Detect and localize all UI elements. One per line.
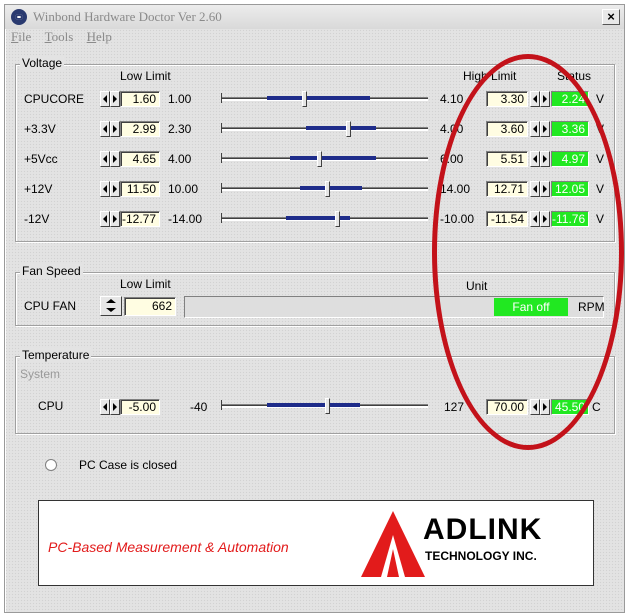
- banner-tagline: PC-Based Measurement & Automation: [48, 539, 289, 555]
- voltage-slider[interactable]: [221, 211, 428, 227]
- case-status-radio[interactable]: [45, 459, 57, 471]
- adlink-logo-icon: [361, 511, 425, 577]
- temp-unit-label: C: [592, 400, 601, 414]
- voltage-min-label: 10.00: [168, 182, 199, 196]
- fan-limit-stepper[interactable]: [100, 296, 122, 316]
- menu-tools-label: ools: [51, 29, 74, 44]
- voltage-low-limit-header: Low Limit: [120, 69, 171, 83]
- fan-name-label: CPU FAN: [24, 299, 77, 313]
- fan-group-label: Fan Speed: [20, 264, 83, 278]
- menu-file[interactable]: File: [11, 29, 31, 45]
- voltage-slider-cap: [221, 213, 222, 223]
- voltage-slider-range: [289, 156, 377, 160]
- menu-tools[interactable]: Tools: [45, 29, 74, 45]
- temp-slider-cap: [221, 400, 222, 410]
- voltage-name-label: +3.3V: [24, 122, 56, 136]
- voltage-low-decrement-button[interactable]: [100, 151, 110, 167]
- voltage-slider-cap: [221, 93, 222, 103]
- voltage-low-limit-field[interactable]: 2.99: [120, 121, 160, 137]
- voltage-name-label: +5Vcc: [24, 152, 58, 166]
- case-status-label: PC Case is closed: [79, 458, 178, 472]
- voltage-slider[interactable]: [221, 121, 428, 137]
- menu-tools-mnemonic: T: [44, 29, 52, 44]
- temp-slider-thumb[interactable]: [325, 398, 331, 414]
- voltage-slider-range: [267, 96, 371, 100]
- voltage-low-limit-field[interactable]: -12.77: [120, 211, 160, 227]
- temperature-section-label: System: [20, 367, 61, 381]
- voltage-low-decrement-button[interactable]: [100, 91, 110, 107]
- voltage-name-label: -12V: [24, 212, 50, 226]
- banner-brand-sub: TECHNOLOGY INC.: [425, 549, 537, 563]
- voltage-low-increment-button[interactable]: [110, 91, 120, 107]
- voltage-slider-thumb[interactable]: [316, 151, 322, 167]
- voltage-slider-thumb[interactable]: [345, 121, 351, 137]
- voltage-name-label: +12V: [24, 182, 53, 196]
- voltage-slider-cap: [221, 123, 222, 133]
- window-title: Winbond Hardware Doctor Ver 2.60: [33, 9, 222, 24]
- close-button[interactable]: ×: [602, 9, 620, 25]
- voltage-low-decrement-button[interactable]: [100, 181, 110, 197]
- menu-bar: File Tools Help: [11, 29, 122, 47]
- fan-low-limit-field[interactable]: 662: [124, 297, 176, 316]
- temp-low-limit-field[interactable]: -5.00: [120, 399, 160, 415]
- voltage-slider[interactable]: [221, 181, 428, 197]
- voltage-low-limit-field[interactable]: 1.60: [120, 91, 160, 107]
- title-bar: Winbond Hardware Doctor Ver 2.60 ×: [5, 5, 624, 29]
- voltage-slider-cap: [221, 153, 222, 163]
- voltage-min-label: -14.00: [168, 212, 203, 226]
- voltage-low-limit-field[interactable]: 11.50: [120, 181, 160, 197]
- voltage-name-label: CPUCORE: [24, 92, 85, 106]
- voltage-slider-range: [300, 186, 363, 190]
- fan-low-limit-header: Low Limit: [120, 277, 171, 291]
- temp-low-decrement-button[interactable]: [100, 399, 110, 415]
- voltage-slider-thumb[interactable]: [302, 91, 308, 107]
- temp-low-increment-button[interactable]: [110, 399, 120, 415]
- temperature-name-label: CPU: [38, 399, 64, 413]
- temperature-group-label: Temperature: [20, 348, 92, 362]
- voltage-group-label: Voltage: [20, 56, 65, 70]
- banner-brand: ADLINK: [423, 513, 543, 546]
- temp-slider[interactable]: [221, 398, 428, 414]
- eye-icon: [11, 9, 27, 25]
- voltage-low-increment-button[interactable]: [110, 181, 120, 197]
- voltage-slider-thumb[interactable]: [335, 211, 341, 227]
- temp-max-label: 127: [444, 400, 465, 414]
- voltage-slider-thumb[interactable]: [325, 181, 331, 197]
- voltage-min-label: 4.00: [168, 152, 192, 166]
- voltage-low-increment-button[interactable]: [110, 151, 120, 167]
- menu-help-label: elp: [96, 29, 112, 44]
- voltage-slider-cap: [221, 183, 222, 193]
- annotation-ellipse: [432, 54, 624, 450]
- voltage-unit-label: V: [596, 92, 605, 106]
- voltage-min-label: 2.30: [168, 122, 192, 136]
- temp-slider-range: [267, 403, 360, 407]
- temp-min-label: -40: [190, 400, 208, 414]
- voltage-slider-range: [306, 126, 377, 130]
- voltage-low-increment-button[interactable]: [110, 121, 120, 137]
- voltage-low-decrement-button[interactable]: [100, 121, 110, 137]
- voltage-low-limit-field[interactable]: 4.65: [120, 151, 160, 167]
- menu-file-label: ile: [18, 29, 32, 44]
- voltage-low-decrement-button[interactable]: [100, 211, 110, 227]
- voltage-min-label: 1.00: [168, 92, 192, 106]
- voltage-max-label: 4.10: [440, 92, 464, 106]
- voltage-low-increment-button[interactable]: [110, 211, 120, 227]
- adlink-banner: PC-Based Measurement & Automation ADLINK…: [38, 500, 594, 586]
- menu-help[interactable]: Help: [87, 29, 112, 45]
- voltage-slider[interactable]: [221, 151, 428, 167]
- menu-help-mnemonic: H: [86, 29, 97, 44]
- voltage-slider[interactable]: [221, 91, 428, 107]
